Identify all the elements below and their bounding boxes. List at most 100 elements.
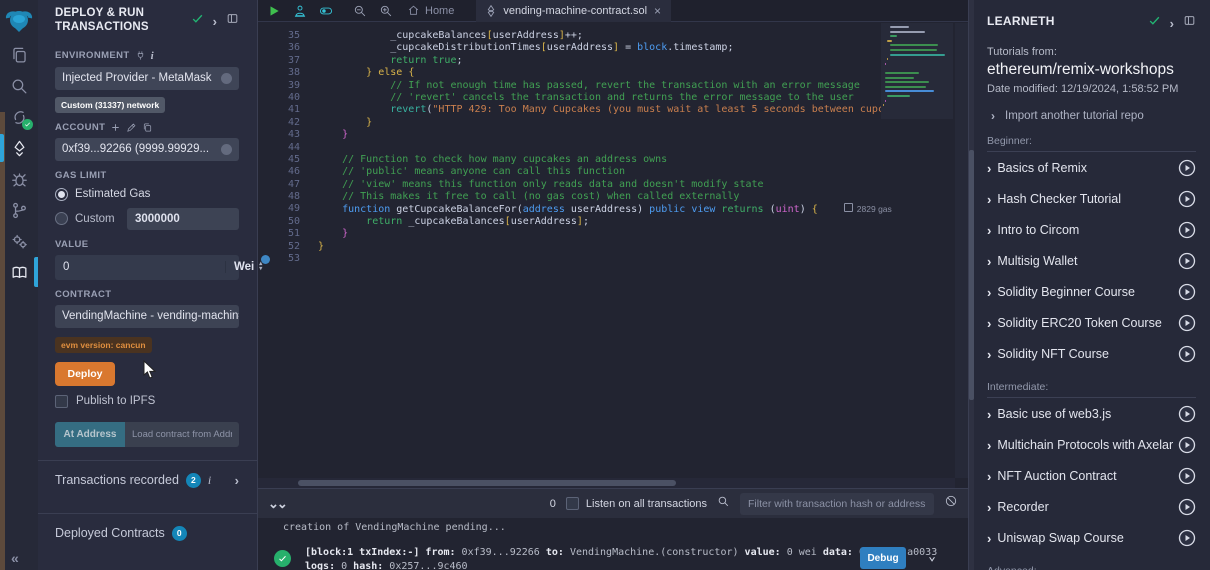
line-number[interactable]: 52 bbox=[272, 241, 300, 253]
play-tutorial-icon[interactable] bbox=[1178, 467, 1196, 485]
tutorial-item[interactable]: ›Solidity ERC20 Token Course bbox=[987, 307, 1196, 338]
play-tutorial-icon[interactable] bbox=[1178, 190, 1196, 208]
close-tab-icon[interactable]: × bbox=[654, 4, 661, 18]
line-number[interactable]: 51 bbox=[272, 228, 300, 240]
line-number[interactable]: 53 bbox=[272, 253, 300, 265]
tutorial-item[interactable]: ›Intro to Circom bbox=[987, 214, 1196, 245]
line-number[interactable]: 35 bbox=[272, 30, 300, 42]
collapse-sidebar-icon[interactable]: « bbox=[11, 550, 19, 566]
scrollbar-thumb[interactable] bbox=[969, 150, 974, 400]
info-icon[interactable]: i bbox=[151, 50, 154, 62]
line-number[interactable]: 49 bbox=[272, 203, 300, 215]
remix-logo-icon[interactable] bbox=[4, 6, 34, 36]
code-editor[interactable]: 35 _cupcakeBalances[userAddress]++;36 _c… bbox=[258, 23, 968, 478]
line-number[interactable]: 45 bbox=[272, 154, 300, 166]
account-copy-icon[interactable] bbox=[221, 144, 232, 155]
learneth-plugin-icon[interactable] bbox=[0, 261, 38, 283]
info-icon[interactable]: i bbox=[208, 473, 211, 488]
play-tutorial-icon[interactable] bbox=[1178, 314, 1196, 332]
search-icon[interactable] bbox=[0, 75, 38, 97]
account-select[interactable]: 0xf39...92266 (9999.99929... bbox=[55, 138, 239, 161]
line-number[interactable]: 39 bbox=[272, 80, 300, 92]
file-explorer-icon[interactable] bbox=[0, 44, 38, 66]
environment-settings-icon[interactable] bbox=[221, 73, 232, 84]
listen-transactions-checkbox[interactable] bbox=[566, 497, 579, 510]
debugger-icon[interactable] bbox=[0, 168, 38, 190]
zoom-in-icon[interactable] bbox=[375, 2, 397, 20]
solidity-compiler-icon[interactable] bbox=[0, 106, 38, 128]
line-number[interactable]: 44 bbox=[272, 142, 300, 154]
import-tutorial-repo[interactable]: › Import another tutorial repo bbox=[987, 109, 1196, 123]
line-number[interactable]: 47 bbox=[272, 179, 300, 191]
at-address-button[interactable]: At Address bbox=[55, 422, 125, 447]
line-number[interactable]: 48 bbox=[272, 191, 300, 203]
estimated-gas-radio[interactable] bbox=[55, 188, 68, 201]
value-unit-select[interactable]: Wei ▴▾ bbox=[225, 261, 270, 273]
tutorial-item[interactable]: ›Multisig Wallet bbox=[987, 245, 1196, 276]
terminal-expand-icon[interactable]: ⌄⌄ bbox=[268, 496, 286, 512]
ai-toggle-icon[interactable] bbox=[315, 2, 337, 20]
tutorial-item[interactable]: ›NFT Auction Contract bbox=[987, 460, 1196, 491]
tutorial-item[interactable]: ›Recorder bbox=[987, 491, 1196, 522]
play-tutorial-icon[interactable] bbox=[1178, 252, 1196, 270]
unit-stepper-icon[interactable]: ▴▾ bbox=[259, 262, 262, 273]
publish-ipfs-checkbox[interactable] bbox=[55, 395, 68, 408]
play-tutorial-icon[interactable] bbox=[1178, 405, 1196, 423]
contract-select[interactable]: VendingMachine - vending-machin ▴▾ bbox=[55, 305, 239, 328]
tutorial-item[interactable]: ›Basic use of web3.js bbox=[987, 398, 1196, 429]
play-tutorial-icon[interactable] bbox=[1178, 221, 1196, 239]
tutorial-item[interactable]: ›Uniswap Swap Course bbox=[987, 522, 1196, 553]
panel-next-icon[interactable]: › bbox=[1170, 17, 1174, 30]
custom-gas-radio[interactable] bbox=[55, 212, 68, 225]
transaction-filter-input[interactable] bbox=[740, 493, 934, 515]
plugin-manager-icon[interactable] bbox=[0, 230, 38, 252]
line-number[interactable]: 41 bbox=[272, 104, 300, 116]
line-number[interactable]: 37 bbox=[272, 55, 300, 67]
play-tutorial-icon[interactable] bbox=[1178, 529, 1196, 547]
deploy-button[interactable]: Deploy bbox=[55, 362, 115, 386]
line-number[interactable]: 42 bbox=[272, 117, 300, 129]
line-number[interactable]: 46 bbox=[272, 166, 300, 178]
line-number[interactable]: 36 bbox=[272, 42, 300, 54]
account-label: ACCOUNT bbox=[55, 122, 239, 133]
play-tutorial-icon[interactable] bbox=[1178, 345, 1196, 363]
terminal-log[interactable]: creation of VendingMachine pending... [b… bbox=[258, 518, 968, 570]
tutorial-item[interactable]: ›Solidity NFT Course bbox=[987, 338, 1196, 369]
tutorial-item[interactable]: ›Basics of Remix bbox=[987, 152, 1196, 183]
tab-vending-machine-contract[interactable]: vending-machine-contract.sol × bbox=[476, 0, 671, 22]
deploy-run-icon[interactable] bbox=[0, 137, 38, 159]
play-tutorial-icon[interactable] bbox=[1178, 498, 1196, 516]
debug-button[interactable]: Debug bbox=[860, 547, 906, 569]
chevron-right-icon[interactable]: › bbox=[235, 473, 239, 488]
zoom-out-icon[interactable] bbox=[349, 2, 371, 20]
expand-log-icon[interactable]: ⌄ bbox=[928, 549, 936, 564]
horizontal-scrollbar[interactable] bbox=[258, 478, 955, 488]
tutorial-item[interactable]: ›Solidity Beginner Course bbox=[987, 276, 1196, 307]
scrollbar-thumb[interactable] bbox=[298, 480, 676, 486]
tutorial-item[interactable]: ›Multichain Protocols with Axelar bbox=[987, 429, 1196, 460]
run-script-icon[interactable] bbox=[263, 2, 285, 20]
play-tutorial-icon[interactable] bbox=[1178, 283, 1196, 301]
line-number[interactable]: 40 bbox=[272, 92, 300, 104]
learneth-scrollbar[interactable] bbox=[969, 0, 974, 570]
environment-select[interactable]: Injected Provider - MetaMask bbox=[55, 67, 239, 90]
transaction-log-row[interactable]: [block:1 txIndex:-] from: 0xf39...92266 … bbox=[274, 544, 958, 570]
tutorial-item[interactable]: ›Hash Checker Tutorial bbox=[987, 183, 1196, 214]
custom-gas-input[interactable] bbox=[127, 208, 239, 230]
line-number[interactable]: 38 bbox=[272, 67, 300, 79]
panel-next-icon[interactable]: › bbox=[213, 15, 217, 28]
at-address-input[interactable] bbox=[125, 422, 239, 447]
clear-console-icon[interactable] bbox=[944, 494, 958, 513]
play-tutorial-icon[interactable] bbox=[1178, 159, 1196, 177]
line-number[interactable]: 50 bbox=[272, 216, 300, 228]
value-input[interactable] bbox=[55, 261, 225, 273]
line-number[interactable]: 43 bbox=[272, 129, 300, 141]
panel-pin-icon[interactable] bbox=[226, 12, 239, 30]
play-tutorial-icon[interactable] bbox=[1178, 436, 1196, 454]
minimap[interactable] bbox=[881, 23, 953, 119]
ai-assistant-icon[interactable] bbox=[289, 2, 311, 20]
panel-pin-icon[interactable] bbox=[1183, 14, 1196, 32]
git-icon[interactable] bbox=[0, 199, 38, 221]
transactions-recorded-row[interactable]: Transactions recorded 2 i › bbox=[55, 461, 239, 500]
home-tab-button[interactable]: Home bbox=[407, 4, 454, 17]
